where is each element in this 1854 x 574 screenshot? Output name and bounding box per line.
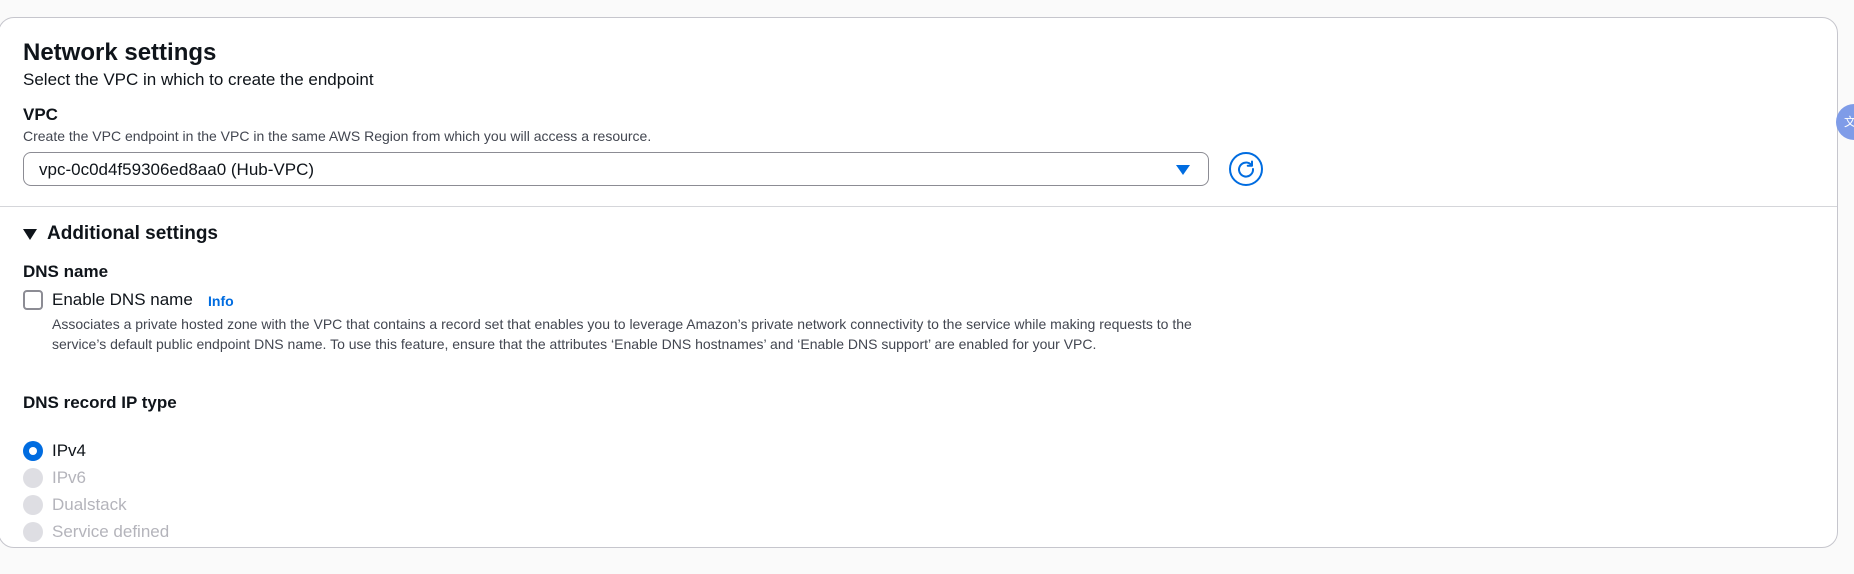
dns-name-description: Associates a private hosted zone with th… xyxy=(52,316,1192,352)
enable-dns-name-label[interactable]: Enable DNS name xyxy=(52,289,193,311)
vpc-label: VPC xyxy=(23,105,58,124)
section-description: Select the VPC in which to create the en… xyxy=(23,70,374,89)
additional-settings-label: Additional settings xyxy=(47,223,218,244)
radio-selected-icon[interactable] xyxy=(23,441,43,462)
radio-disabled-icon[interactable] xyxy=(23,468,43,489)
vpc-description: Create the VPC endpoint in the VPC in th… xyxy=(23,128,652,144)
radio-label: Dualstack xyxy=(52,495,127,514)
radio-ipv4[interactable]: IPv4 xyxy=(23,440,86,462)
additional-settings-toggle[interactable]: Additional settings xyxy=(23,222,218,247)
radio-service-defined[interactable]: Service defined xyxy=(23,521,169,543)
dns-name-label: DNS name xyxy=(23,262,109,281)
vpc-select-value: vpc-0c0d4f59306ed8aa0 (Hub-VPC) xyxy=(39,160,315,179)
section-divider xyxy=(0,206,1837,207)
section-title: Network settings xyxy=(23,39,217,66)
caret-down-icon xyxy=(23,228,37,240)
radio-disabled-icon[interactable] xyxy=(23,522,43,543)
radio-ipv6[interactable]: IPv6 xyxy=(23,467,86,489)
enable-dns-name-checkbox[interactable] xyxy=(23,290,43,310)
vpc-select[interactable]: vpc-0c0d4f59306ed8aa0 (Hub-VPC) xyxy=(23,152,1209,186)
network-settings-panel: Network settings Select the VPC in which… xyxy=(0,17,1838,548)
refresh-icon xyxy=(1238,160,1255,178)
radio-dualstack[interactable]: Dualstack xyxy=(23,494,127,516)
radio-label: IPv4 xyxy=(52,441,87,460)
radio-disabled-icon[interactable] xyxy=(23,495,43,516)
info-link[interactable]: Info xyxy=(208,292,234,310)
translate-icon[interactable]: 文 xyxy=(1836,104,1854,140)
radio-label: IPv6 xyxy=(52,468,87,487)
dns-record-ip-type-label: DNS record IP type xyxy=(23,393,177,412)
radio-label: Service defined xyxy=(52,522,170,541)
refresh-button[interactable] xyxy=(1229,152,1263,186)
caret-down-icon xyxy=(1176,165,1190,175)
